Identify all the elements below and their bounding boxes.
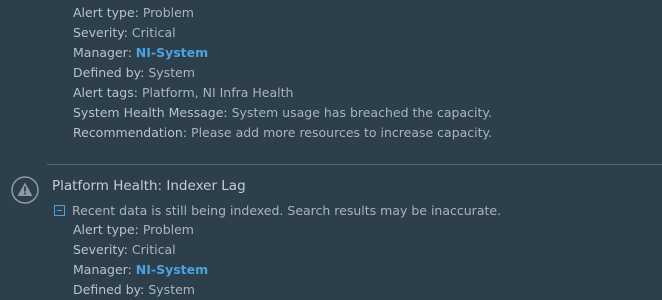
alert-type-row: Alert type: Problem <box>73 5 194 21</box>
manager-row: Manager: NI-System <box>73 45 208 61</box>
manager-row: Manager: NI-System <box>73 262 208 278</box>
manager-link[interactable]: NI-System <box>136 45 208 60</box>
defined-by-label: Defined by: <box>73 282 145 297</box>
warning-triangle-icon <box>11 176 39 204</box>
alert-type-row: Alert type: Problem <box>73 222 194 238</box>
health-message-row: System Health Message: System usage has … <box>73 105 492 121</box>
defined-by-row: Defined by: System <box>73 65 195 81</box>
alert-type-value: Problem <box>142 222 194 237</box>
alert-divider <box>47 164 662 165</box>
defined-by-row: Defined by: System <box>73 282 195 298</box>
alert-tags-value: Platform, NI Infra Health <box>141 85 294 100</box>
alert-title[interactable]: Platform Health: Indexer Lag <box>52 177 246 195</box>
severity-row: Severity: Critical <box>73 25 176 41</box>
manager-label: Manager: <box>73 45 132 60</box>
severity-label: Severity: <box>73 25 128 40</box>
alert-type-label: Alert type: <box>73 222 139 237</box>
collapse-toggle-icon[interactable] <box>54 205 65 216</box>
severity-row: Severity: Critical <box>73 242 176 258</box>
defined-by-label: Defined by: <box>73 65 145 80</box>
recommendation-row: Recommendation: Please add more resource… <box>73 125 492 141</box>
manager-label: Manager: <box>73 262 132 277</box>
health-message-value: System usage has breached the capacity. <box>231 105 492 120</box>
recommendation-label: Recommendation: <box>73 125 188 140</box>
health-message-label: System Health Message: <box>73 105 228 120</box>
severity-value: Critical <box>131 242 176 257</box>
recommendation-value: Please add more resources to increase ca… <box>191 125 493 140</box>
defined-by-value: System <box>148 65 195 80</box>
alert-type-label: Alert type: <box>73 5 139 20</box>
alert-tags-row: Alert tags: Platform, NI Infra Health <box>73 85 293 101</box>
severity-value: Critical <box>131 25 176 40</box>
alert-tags-label: Alert tags: <box>73 85 138 100</box>
manager-link[interactable]: NI-System <box>136 262 208 277</box>
severity-label: Severity: <box>73 242 128 257</box>
defined-by-value: System <box>148 282 195 297</box>
alert-type-value: Problem <box>142 5 194 20</box>
alert-summary: Recent data is still being indexed. Sear… <box>72 203 502 218</box>
